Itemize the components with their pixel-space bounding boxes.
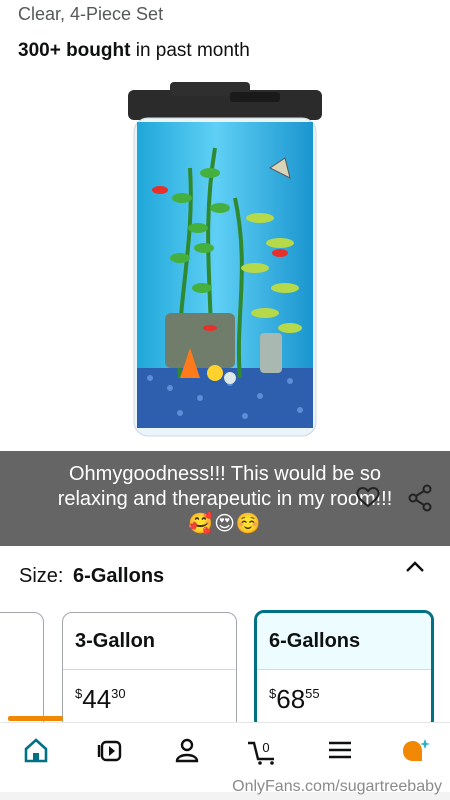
size-label: Size: [19, 565, 64, 587]
price-fraction: 30 [111, 686, 126, 701]
caption-line-1: Ohmygoodness!!! This would be so [68, 463, 382, 485]
bought-count-rest: in past month [130, 40, 250, 61]
size-option-card-selected[interactable]: 6-Gallons $6855 [254, 610, 434, 730]
assistant-icon[interactable] [399, 735, 431, 765]
cart-count: 0 [262, 740, 269, 755]
bottom-nav: 0 [0, 722, 450, 780]
size-option-card-partial[interactable] [0, 612, 44, 732]
product-image[interactable] [120, 78, 330, 450]
heart-icon[interactable] [355, 485, 381, 509]
caption-line-2: relaxing and therapeutic in my room!!! [57, 488, 393, 510]
watermark-text: OnlyFans.com/sugartreebaby [232, 778, 442, 795]
product-variant-subtitle: Clear, 4-Piece Set [18, 4, 164, 24]
size-option-name: 6-Gallons [257, 613, 431, 669]
menu-icon[interactable] [326, 735, 354, 765]
bought-count: 300+ bought in past month [18, 40, 250, 62]
size-option-name: 3-Gallon [75, 630, 156, 652]
video-icon[interactable] [97, 735, 125, 765]
size-selected-value: 6-Gallons [73, 565, 165, 587]
caption-overlay: Ohmygoodness!!! This would be so relaxin… [0, 451, 450, 546]
price-whole: 44 [82, 684, 112, 714]
chevron-up-icon[interactable] [403, 558, 427, 576]
size-option-card[interactable]: 3-Gallon $4430 [62, 612, 237, 732]
bought-count-bold: 300+ bought [18, 40, 131, 61]
share-icon[interactable] [407, 484, 433, 512]
active-tab-indicator [8, 716, 63, 721]
price-fraction: 55 [305, 686, 320, 701]
size-option-price: $6855 [257, 669, 431, 727]
price-whole: 68 [276, 684, 306, 714]
cart-icon[interactable]: 0 [246, 735, 280, 765]
home-icon[interactable] [22, 735, 50, 765]
account-icon[interactable] [173, 735, 201, 765]
size-selector-row[interactable]: Size: 6-Gallons [19, 565, 164, 588]
caption-emoji: 🥰😍☺️ [188, 513, 262, 535]
